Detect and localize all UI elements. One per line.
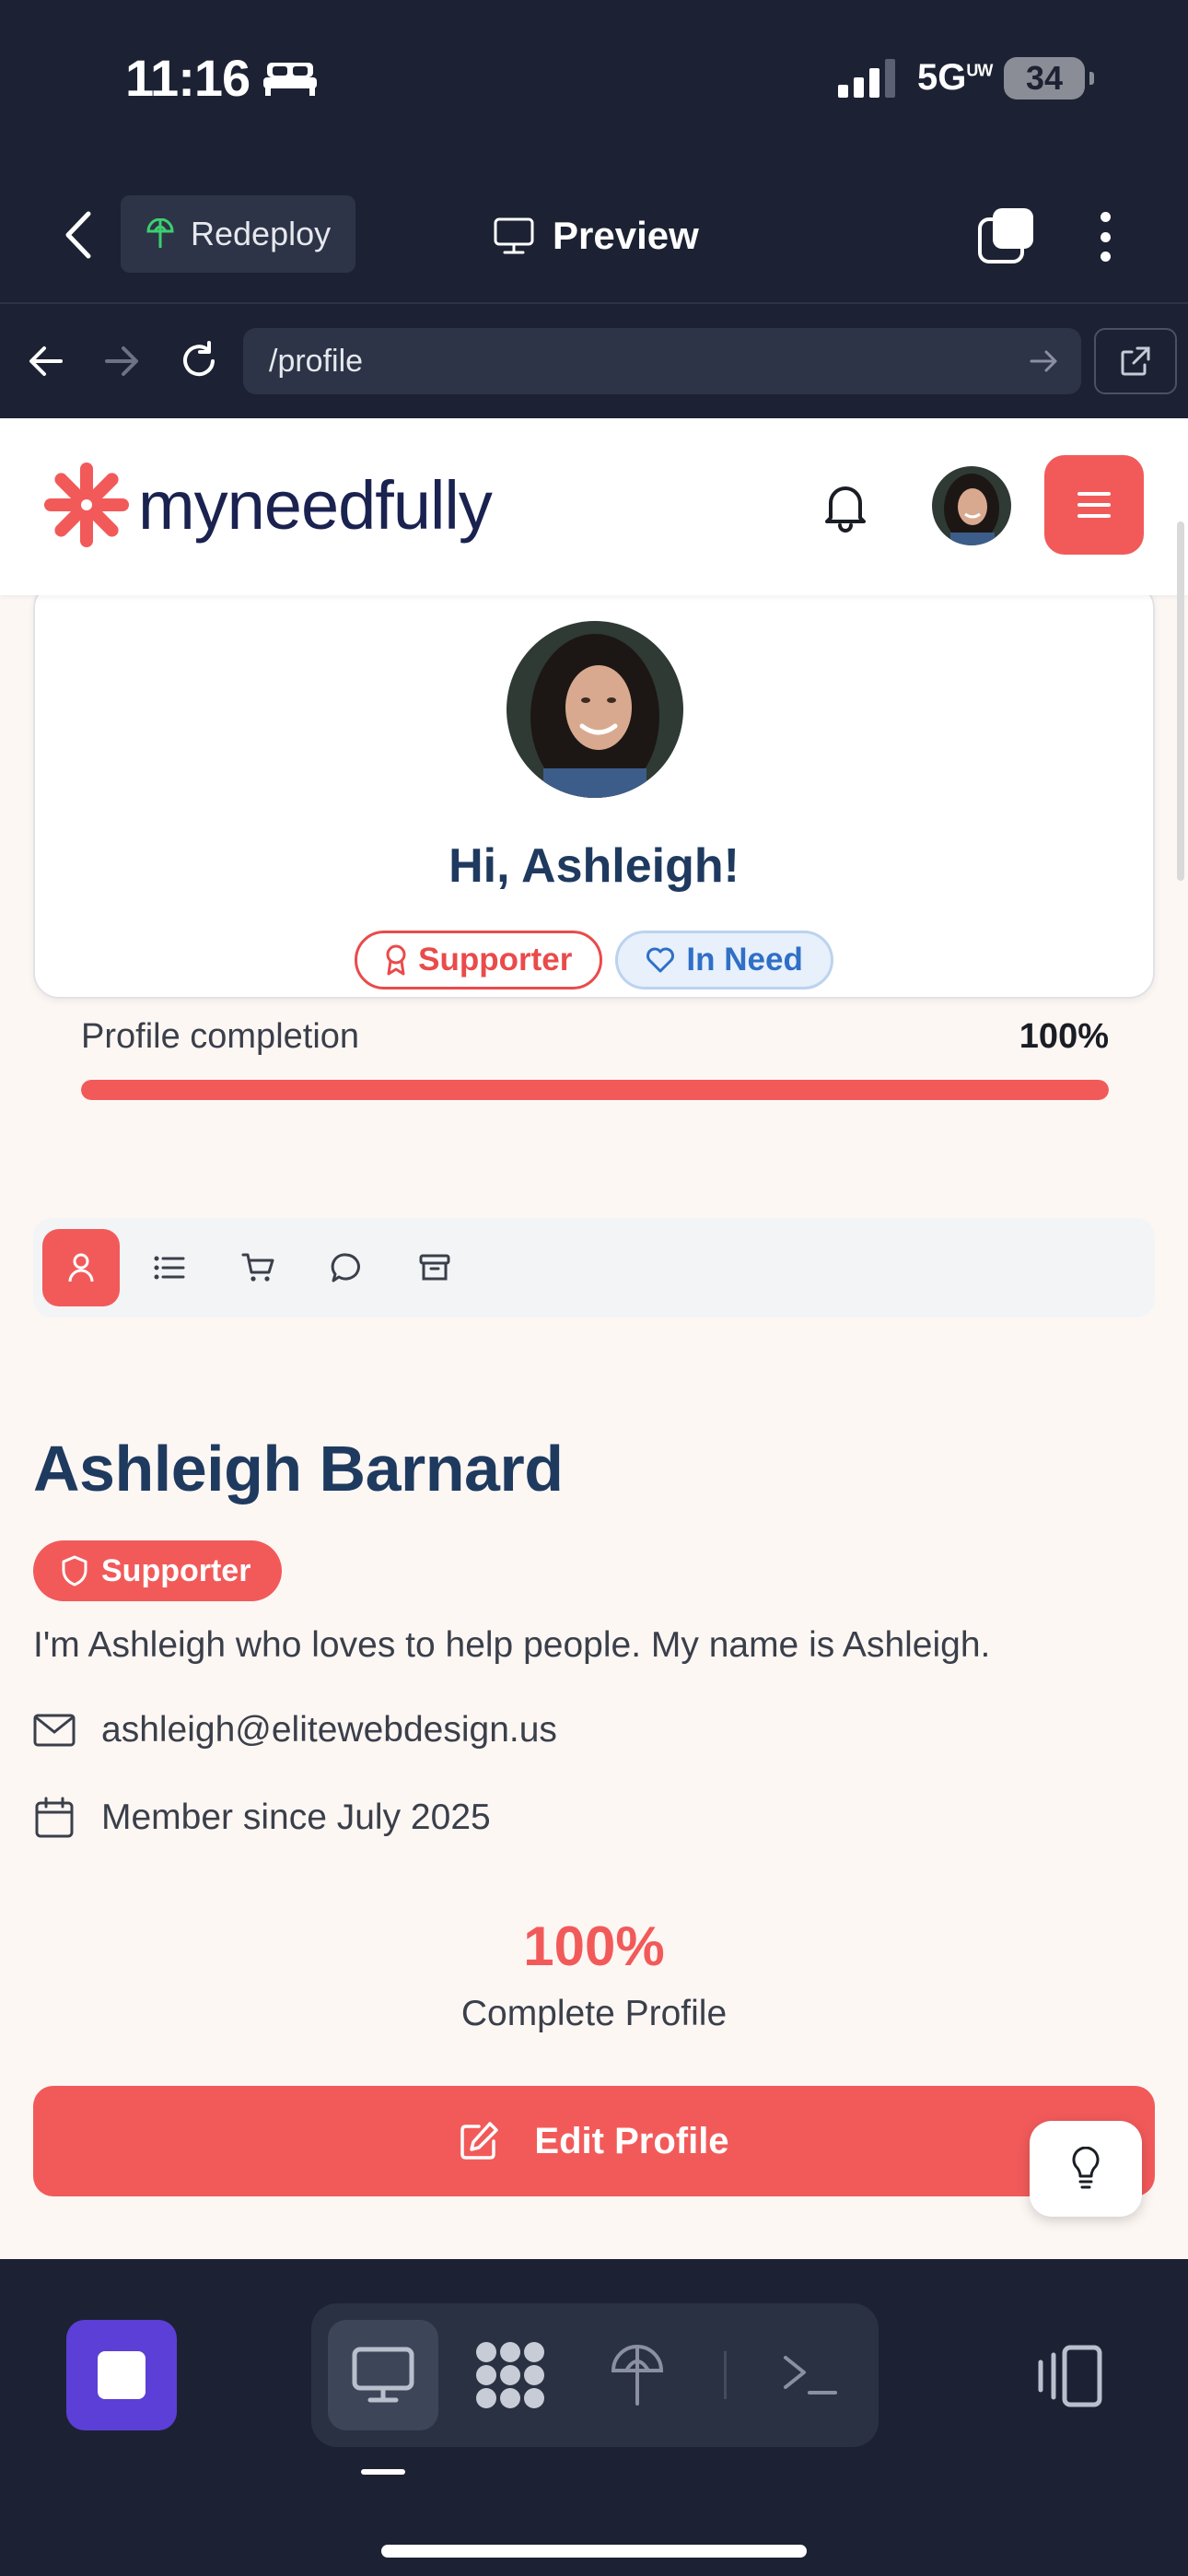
stop-button[interactable] bbox=[66, 2320, 177, 2430]
dock-apps-button[interactable] bbox=[455, 2320, 565, 2430]
tab-profile[interactable] bbox=[42, 1229, 120, 1306]
web-page: myneedfully Hi, Ashleigh! Supporter In N… bbox=[0, 418, 1188, 2259]
deploy-icon bbox=[611, 2345, 664, 2406]
tab-cart[interactable] bbox=[219, 1229, 297, 1306]
preview-toggle[interactable]: Preview bbox=[494, 208, 699, 263]
edit-icon bbox=[460, 2122, 499, 2160]
browser-bar: /profile bbox=[0, 306, 1188, 416]
battery-indicator: 34 bbox=[1004, 57, 1094, 100]
arrow-left-icon bbox=[29, 346, 63, 376]
list-icon bbox=[154, 1256, 185, 1280]
browser-forward-button[interactable] bbox=[94, 334, 149, 389]
supporter-badge: Supporter bbox=[355, 931, 603, 989]
avatar-image bbox=[932, 466, 1011, 545]
profile-bio: I'm Ashleigh who loves to help people. M… bbox=[33, 1625, 991, 1665]
archive-icon bbox=[419, 1254, 450, 1281]
profile-greeting: Hi, Ashleigh! bbox=[448, 839, 740, 893]
refresh-icon bbox=[183, 341, 215, 377]
redeploy-button[interactable]: Redeploy bbox=[121, 195, 355, 273]
preview-label: Preview bbox=[553, 214, 699, 257]
role-badge: Supporter bbox=[33, 1540, 283, 1601]
tab-lists[interactable] bbox=[131, 1229, 208, 1306]
terminal-icon bbox=[784, 2356, 837, 2395]
device-frame-icon[interactable] bbox=[1033, 2344, 1103, 2408]
network-type: 5GUW bbox=[917, 57, 993, 98]
dock-separator bbox=[724, 2351, 727, 2399]
dock-console-button[interactable] bbox=[755, 2320, 866, 2430]
in-need-badge: In Need bbox=[615, 931, 833, 989]
deploy-icon bbox=[146, 218, 174, 248]
dock-tools bbox=[311, 2303, 879, 2447]
profile-email[interactable]: ashleigh@elitewebdesign.us bbox=[101, 1710, 557, 1751]
help-tip-button[interactable] bbox=[1030, 2121, 1142, 2217]
logo-text: myneedfully bbox=[138, 466, 493, 544]
cart-icon bbox=[241, 1253, 274, 1282]
open-external-button[interactable] bbox=[1094, 328, 1177, 394]
url-text: /profile bbox=[269, 344, 364, 379]
profile-name: Ashleigh Barnard bbox=[33, 1433, 564, 1505]
profile-completion-value: 100% bbox=[1019, 1017, 1109, 1056]
page-scrollbar[interactable] bbox=[1177, 521, 1184, 881]
user-avatar[interactable] bbox=[932, 466, 1011, 545]
completion-caption: Complete Profile bbox=[460, 1994, 728, 2033]
redeploy-label: Redeploy bbox=[191, 215, 332, 252]
member-since: Member since July 2025 bbox=[101, 1797, 491, 1837]
reload-button[interactable] bbox=[171, 334, 227, 389]
profile-completion-label: Profile completion bbox=[81, 1017, 360, 1056]
dock-active-indicator bbox=[361, 2469, 405, 2475]
more-options-button[interactable] bbox=[1087, 206, 1124, 267]
arrow-right-icon bbox=[105, 346, 138, 376]
role-badges: Supporter In Need bbox=[35, 931, 1153, 989]
external-link-icon bbox=[1121, 346, 1150, 376]
notification-bell-icon[interactable] bbox=[818, 479, 873, 534]
edit-profile-label: Edit Profile bbox=[534, 2120, 729, 2161]
monitor-icon bbox=[352, 2347, 414, 2403]
email-row: ashleigh@elitewebdesign.us bbox=[33, 1710, 557, 1751]
chat-icon bbox=[331, 1253, 360, 1282]
dock-deploy-button[interactable] bbox=[582, 2320, 693, 2430]
tab-archive[interactable] bbox=[396, 1229, 473, 1306]
profile-completion-bar bbox=[81, 1080, 1109, 1100]
bottom-dock bbox=[0, 2261, 1188, 2576]
chevron-left-icon bbox=[65, 211, 91, 259]
dock-preview-button[interactable] bbox=[328, 2320, 438, 2430]
profile-completion-fill bbox=[81, 1080, 1109, 1100]
calendar-icon bbox=[35, 1797, 74, 1838]
sleep-focus-icon bbox=[263, 63, 317, 96]
completion-percent: 100% bbox=[523, 1915, 665, 1977]
status-bar: 11:16 5GUW 34 bbox=[0, 0, 1188, 166]
grid-blob-icon bbox=[476, 2342, 544, 2408]
hamburger-menu-button[interactable] bbox=[1044, 455, 1144, 555]
profile-summary-card: Hi, Ashleigh! Supporter In Need Profile … bbox=[33, 582, 1155, 1100]
site-header: myneedfully bbox=[0, 418, 1188, 595]
profile-avatar[interactable] bbox=[507, 621, 683, 798]
mail-icon bbox=[33, 1714, 76, 1747]
flower-logo-icon bbox=[44, 463, 129, 547]
site-logo[interactable]: myneedfully bbox=[41, 459, 493, 551]
tabs-icon[interactable] bbox=[976, 206, 1037, 267]
award-icon bbox=[386, 944, 406, 976]
profile-photo bbox=[507, 621, 683, 798]
signal-icon bbox=[838, 59, 895, 98]
home-indicator[interactable] bbox=[381, 2545, 807, 2558]
shield-icon bbox=[62, 1555, 87, 1587]
back-button[interactable] bbox=[55, 205, 101, 265]
go-arrow-icon[interactable] bbox=[1028, 345, 1061, 378]
profile-tab-bar bbox=[33, 1218, 1155, 1317]
monitor-icon bbox=[494, 217, 534, 254]
stop-icon bbox=[98, 2351, 146, 2399]
member-since-row: Member since July 2025 bbox=[33, 1797, 491, 1839]
app-toolbar: Redeploy Preview bbox=[0, 166, 1188, 304]
status-time: 11:16 bbox=[125, 49, 250, 107]
lightbulb-icon bbox=[1072, 2147, 1100, 2189]
tab-messages[interactable] bbox=[308, 1229, 385, 1306]
url-input[interactable]: /profile bbox=[243, 328, 1081, 394]
heart-icon bbox=[646, 947, 675, 973]
user-icon bbox=[68, 1253, 94, 1282]
edit-profile-button[interactable]: Edit Profile bbox=[33, 2086, 1155, 2196]
browser-back-button[interactable] bbox=[18, 334, 74, 389]
